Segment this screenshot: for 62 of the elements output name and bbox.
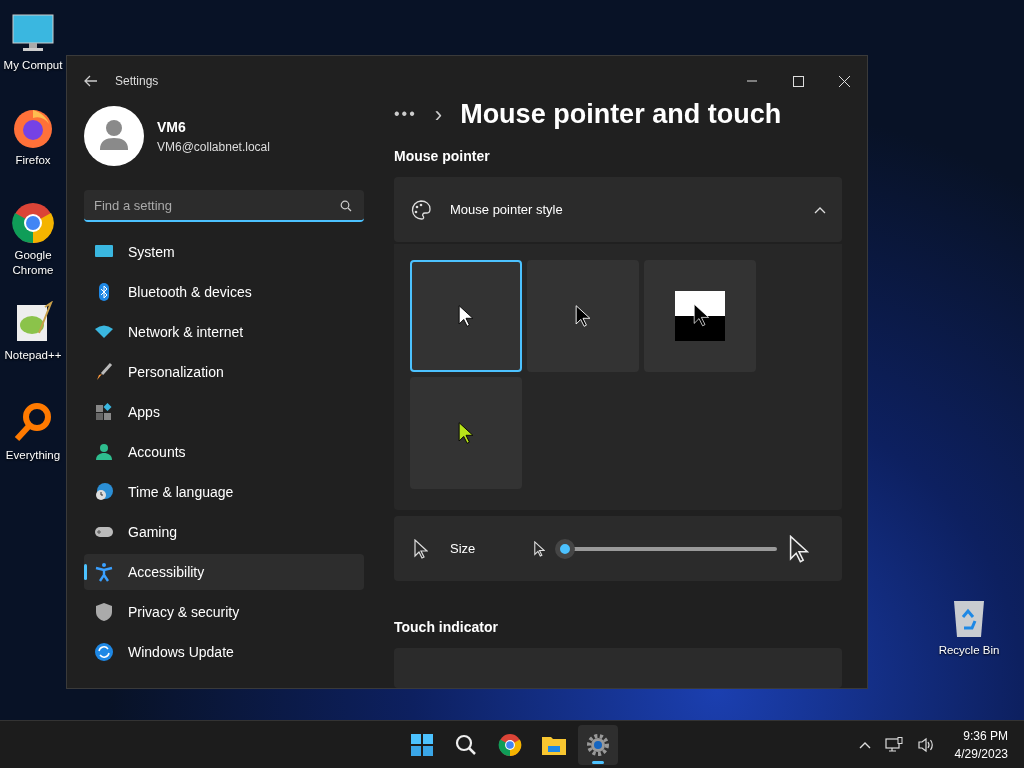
card-label: Mouse pointer style: [450, 200, 564, 219]
sidebar-item[interactable]: System: [84, 234, 364, 270]
sidebar-item[interactable]: Network & internet: [84, 314, 364, 350]
sidebar-item[interactable]: Time & language: [84, 474, 364, 510]
update-icon: [94, 642, 114, 662]
chrome-icon: [498, 733, 522, 757]
section-heading: Touch indicator: [394, 618, 499, 638]
folder-icon: [541, 734, 567, 756]
pointer-icon: [575, 303, 591, 330]
network-icon[interactable]: [884, 737, 903, 753]
sidebar-item[interactable]: Bluetooth & devices: [84, 274, 364, 310]
windows-logo-icon: [410, 733, 434, 757]
size-label: Size: [450, 539, 477, 558]
gear-icon: [586, 733, 610, 757]
close-icon: [838, 75, 850, 87]
clock-date[interactable]: 4/29/2023: [954, 745, 1008, 763]
search-field[interactable]: Find a setting: [84, 190, 364, 222]
desktop-icon-label[interactable]: Google Chrome: [0, 248, 66, 278]
page-title: Mouse pointer and touch: [460, 97, 782, 131]
sidebar-item[interactable]: Apps: [84, 394, 364, 430]
chrome-desktop-icon[interactable]: [11, 200, 55, 246]
chevron-up-icon[interactable]: [858, 741, 871, 749]
account-name: VM6: [157, 117, 187, 137]
maximize-icon: [792, 75, 804, 87]
sidebar-item[interactable]: Personalization: [84, 354, 364, 390]
slider-thumb[interactable]: [555, 538, 575, 559]
large-pointer-icon: [789, 534, 809, 563]
sidebar-item[interactable]: Accessibility: [84, 554, 364, 590]
inverted-pointer-drawing: [675, 291, 725, 342]
pointer-icon: [414, 538, 428, 559]
section-heading: Mouse pointer: [394, 147, 491, 166]
pointer-style-option[interactable]: [410, 260, 522, 373]
size-slider[interactable]: [555, 538, 777, 559]
desktop-icon-label[interactable]: Firefox: [15, 153, 51, 168]
accessibility-icon: [94, 562, 114, 582]
desktop-icon-label[interactable]: My Comput: [3, 58, 63, 73]
palette-icon: [410, 198, 432, 221]
time-icon: [94, 482, 114, 502]
clock-time[interactable]: 9:36 PM: [963, 727, 1008, 745]
pointer-icon: [458, 303, 474, 330]
desktop-icon-label[interactable]: Notepad++: [4, 348, 62, 363]
apps-icon: [94, 402, 114, 422]
search-icon: [454, 733, 478, 757]
search-icon: [340, 200, 352, 212]
sidebar-item[interactable]: Privacy & security: [84, 594, 364, 630]
breadcrumb-overflow-button[interactable]: •••: [394, 102, 417, 126]
pointer-style-option[interactable]: [644, 260, 756, 373]
desktop-icon-label[interactable]: Recycle Bin: [938, 643, 1000, 658]
back-arrow-icon: [84, 75, 98, 87]
accounts-icon: [94, 442, 114, 462]
speaker-icon[interactable]: [916, 737, 935, 753]
account-email: VM6@collabnet.local: [157, 138, 270, 156]
avatar: [84, 106, 144, 166]
sidebar-item[interactable]: Accounts: [84, 434, 364, 470]
sidebar-item[interactable]: Gaming: [84, 514, 364, 550]
desktop-icon-label[interactable]: Everything: [5, 448, 61, 463]
pointer-style-card[interactable]: Mouse pointer style: [394, 177, 842, 243]
privacy-icon: [94, 602, 114, 622]
sidebar-item[interactable]: Windows Update: [84, 634, 364, 670]
window-title: Settings: [115, 73, 159, 90]
small-pointer-icon: [534, 540, 545, 557]
breadcrumb-separator: ›: [434, 100, 443, 129]
